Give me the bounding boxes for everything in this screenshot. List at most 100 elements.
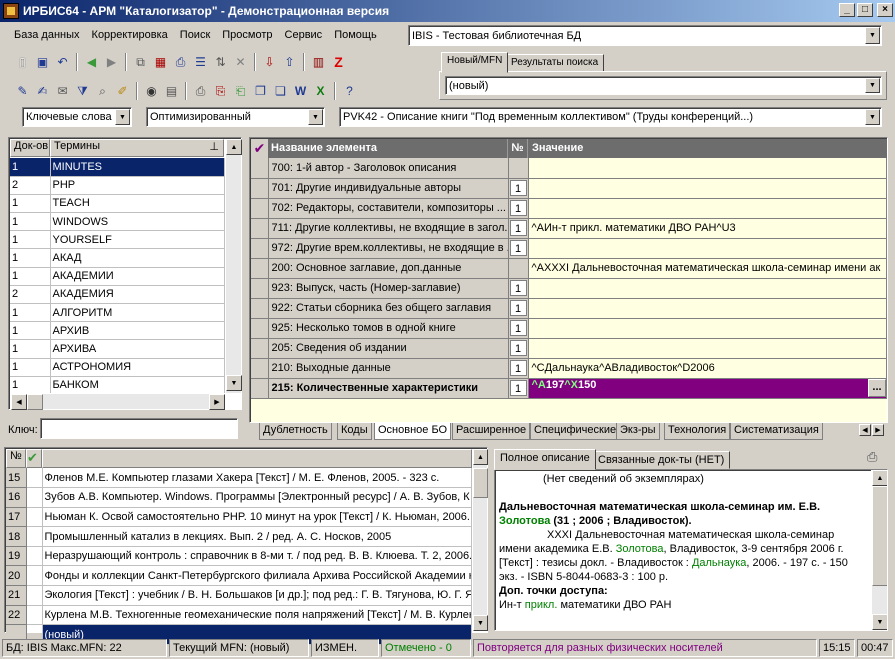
tabs-left-icon[interactable]: ◀ xyxy=(859,424,871,436)
record-row[interactable]: 22 Курлена М.В. Техногенные геомеханическ… xyxy=(6,605,472,626)
term-row[interactable]: 1 АРХИВ xyxy=(10,321,225,341)
import-icon[interactable]: ⇩ xyxy=(261,54,278,71)
copy-record-icon[interactable]: ⧉ xyxy=(132,54,149,71)
minimize-button[interactable]: _ xyxy=(839,3,855,17)
tab-systematization[interactable]: Систематизация xyxy=(730,423,823,440)
view-icon[interactable]: ◉ xyxy=(143,83,160,100)
close-button[interactable]: × xyxy=(877,3,893,17)
field-occurrence[interactable]: 1 xyxy=(509,280,527,296)
z3950-icon[interactable]: Z xyxy=(330,54,347,71)
access-link[interactable]: прикл. xyxy=(525,599,558,611)
field-row[interactable]: 210: Выходные данные 1 ^CДальнаука^AВладив… xyxy=(251,358,887,379)
field-row[interactable]: 702: Редакторы, составители, композиторы… xyxy=(251,198,887,219)
records-header-no[interactable]: № xyxy=(6,449,26,468)
check-icon[interactable]: ✔ xyxy=(251,139,268,158)
back-arrow-icon[interactable]: ◀ xyxy=(83,54,100,71)
term-row[interactable]: 2 PHP xyxy=(10,176,225,195)
record-row[interactable]: 17 Ньюман К. Освой самостоятельно PHP. 10… xyxy=(6,507,472,528)
term-row[interactable]: 1 АЛГОРИТМ xyxy=(10,303,225,323)
terms-vscrollbar[interactable]: ▲ ▼ xyxy=(225,139,242,393)
tabs-right-icon[interactable]: ▶ xyxy=(872,424,884,436)
menu-help[interactable]: Помощь xyxy=(328,29,383,41)
menu-database[interactable]: База данных xyxy=(8,29,86,41)
sort-icon[interactable]: ⇅ xyxy=(212,54,229,71)
menu-search[interactable]: Поиск xyxy=(174,29,216,41)
record-check[interactable] xyxy=(26,468,43,489)
record-check[interactable] xyxy=(26,565,43,587)
find-icon[interactable]: ⌕ xyxy=(94,83,111,100)
field-row[interactable]: 922: Статьи сборника без общего заглавия… xyxy=(251,298,887,319)
scroll-thumb[interactable] xyxy=(872,486,887,586)
record-row[interactable]: 15 Фленов М.Е. Компьютер глазами Хакера [… xyxy=(6,468,472,489)
filter-icon[interactable]: ⧩ xyxy=(74,83,91,100)
copy-icon[interactable]: ❏ xyxy=(272,83,289,100)
chevron-down-icon[interactable]: ▼ xyxy=(865,109,880,125)
field-row[interactable]: 972: Другие врем.коллективы, не входящие… xyxy=(251,238,887,259)
field-value[interactable] xyxy=(528,178,887,199)
word-icon[interactable]: W xyxy=(292,83,309,100)
mail-icon[interactable]: ✉ xyxy=(54,83,71,100)
term-row[interactable]: 1 АСТРОНОМИЯ xyxy=(10,358,225,377)
maximize-button[interactable]: □ xyxy=(857,3,873,17)
help-icon[interactable]: ? xyxy=(341,83,358,100)
key-input[interactable] xyxy=(40,418,238,439)
field-occurrence[interactable]: 1 xyxy=(509,220,527,236)
tab-copies[interactable]: Экз-ры xyxy=(616,423,660,440)
menu-edit[interactable]: Корректировка xyxy=(86,29,174,41)
field-row[interactable]: 701: Другие индивидуальные авторы 1 xyxy=(251,178,887,199)
fields-header-num[interactable]: № xyxy=(508,139,528,158)
check-icon[interactable]: ✔ xyxy=(26,449,42,468)
tab-specific[interactable]: Специфические xyxy=(530,423,621,440)
field-value[interactable] xyxy=(528,238,887,259)
record-row[interactable]: 18 Промышленный катализ в лекциях. Вып. 2… xyxy=(6,526,472,547)
scroll-left-icon[interactable]: ◀ xyxy=(11,394,27,410)
scroll-up-icon[interactable]: ▲ xyxy=(872,470,887,486)
field-row[interactable]: 205: Сведения об издании 1 xyxy=(251,338,887,359)
record-check[interactable] xyxy=(26,546,43,567)
term-row[interactable]: 1 MINUTES xyxy=(10,158,225,177)
forward-arrow-icon[interactable]: ▶ xyxy=(103,54,120,71)
table-icon[interactable]: ▦ xyxy=(152,54,169,71)
print-cards-icon[interactable]: ⎗ xyxy=(232,83,249,100)
rvk-select[interactable]: PVK42 - Описание книги "Под временным ко… xyxy=(339,107,882,127)
scroll-thumb[interactable] xyxy=(473,468,488,498)
field-row[interactable]: 923: Выпуск, часть (Номер-заглавие) 1 xyxy=(251,278,887,299)
print-form-icon[interactable]: ⎙ xyxy=(172,54,189,71)
records-vscrollbar[interactable]: ▲ ▼ xyxy=(472,449,488,631)
scroll-down-icon[interactable]: ▼ xyxy=(226,375,242,391)
dictionary-select[interactable]: Ключевые слова ▼ xyxy=(22,107,132,127)
tab-duplicates[interactable]: Дублетность xyxy=(259,423,332,440)
comment-icon[interactable]: ✎ xyxy=(14,83,31,100)
record-check[interactable] xyxy=(26,487,43,508)
new-document-icon[interactable]: ▯ xyxy=(14,54,31,71)
field-editor-button[interactable]: ... xyxy=(868,379,886,397)
publisher-link[interactable]: Дальнаука xyxy=(692,557,746,569)
record-check[interactable] xyxy=(26,585,43,606)
field-value[interactable] xyxy=(528,298,887,319)
pin-icon[interactable]: ⊥ xyxy=(209,140,219,153)
field-row[interactable]: 700: 1-й автор - Заголовок описания xyxy=(251,158,887,179)
tab-technology[interactable]: Технология xyxy=(664,423,731,440)
undo-icon[interactable]: ↶ xyxy=(54,54,71,71)
terms-header-term[interactable]: Термины ⊥ xyxy=(50,139,224,157)
print-list-icon[interactable]: ⎘ xyxy=(212,83,229,100)
record-check[interactable] xyxy=(26,605,43,626)
chevron-down-icon[interactable]: ▼ xyxy=(865,78,880,93)
scroll-thumb[interactable] xyxy=(27,394,43,410)
worksheet-select[interactable]: Оптимизированный ▼ xyxy=(146,107,325,127)
brush-icon[interactable]: ✐ xyxy=(114,83,131,100)
field-row[interactable]: 925: Несколько томов в одной книге 1 xyxy=(251,318,887,339)
fields-header-value[interactable]: Значение xyxy=(528,139,887,158)
term-row[interactable]: 1 АКАДЕМИИ xyxy=(10,267,225,286)
field-row[interactable]: 711: Другие коллективы, не входящие в за… xyxy=(251,218,887,239)
term-row[interactable]: 1 TEACH xyxy=(10,194,225,214)
menu-view[interactable]: Просмотр xyxy=(216,29,278,41)
field-value[interactable]: ^AИн-т прикл. математики ДВО РАН^U3 xyxy=(528,218,887,239)
field-occurrence[interactable]: 1 xyxy=(509,360,527,376)
tab-main-bo[interactable]: Основное БО xyxy=(374,423,452,440)
tab-extended[interactable]: Расширенное xyxy=(452,423,531,440)
fields-header-name[interactable]: Название элемента xyxy=(268,139,508,158)
field-value[interactable]: ^AXXXI Дальневосточная математическая шк… xyxy=(528,258,887,279)
field-value[interactable] xyxy=(528,318,887,339)
print-icon[interactable]: ⎙ xyxy=(192,83,209,100)
